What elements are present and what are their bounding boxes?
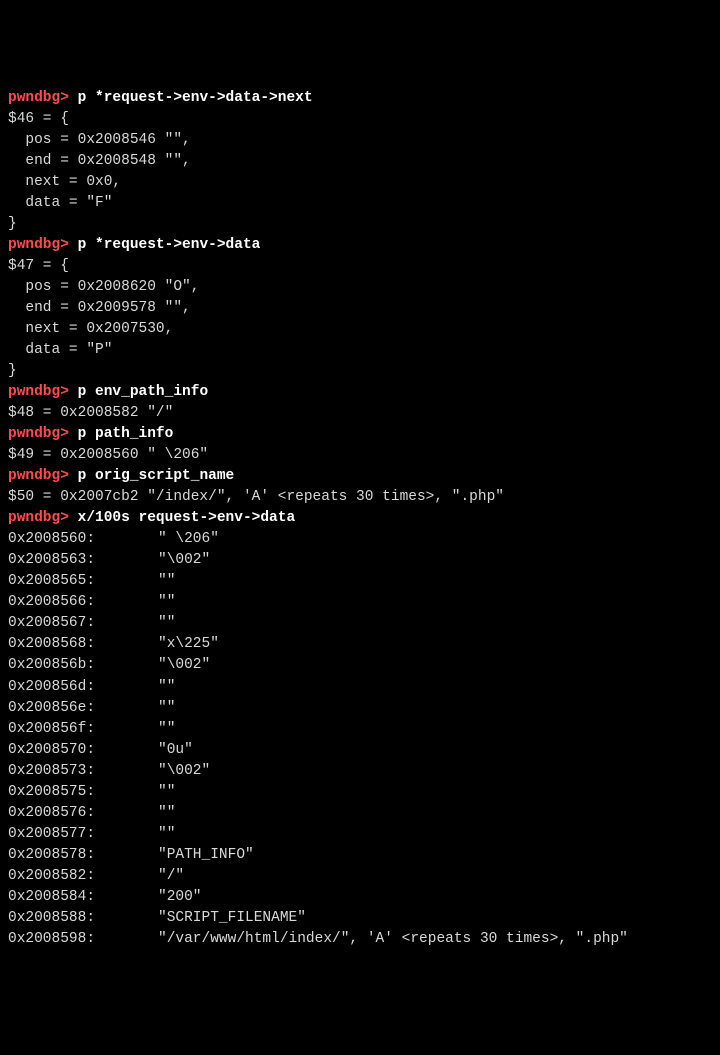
output-line: end = 0x2009578 "", [8, 300, 191, 316]
output-line: end = 0x2008548 "", [8, 153, 191, 169]
memdump-address: 0x2008575: [8, 782, 158, 803]
memdump-line: 0x2008568:"x\225" [8, 636, 219, 652]
memdump-value: "" [158, 573, 175, 589]
memdump-line: 0x2008563:"\002" [8, 552, 210, 568]
memdump-address: 0x2008582: [8, 866, 158, 887]
memdump-value: "\002" [158, 552, 210, 568]
memdump-value: "PATH_INFO" [158, 847, 254, 863]
memdump-line: 0x2008567:"" [8, 615, 175, 631]
memdump-address: 0x2008573: [8, 761, 158, 782]
memdump-value: "\002" [158, 657, 210, 673]
memdump-line: 0x2008576:"" [8, 805, 175, 821]
memdump-line: 0x2008565:"" [8, 573, 175, 589]
output-line: data = "P" [8, 342, 112, 358]
memdump-address: 0x2008598: [8, 929, 158, 950]
memdump-line: 0x2008560:" \206" [8, 531, 219, 547]
memdump-line: 0x2008578:"PATH_INFO" [8, 847, 254, 863]
output-line: data = "F" [8, 195, 112, 211]
memdump-address: 0x2008568: [8, 634, 158, 655]
memdump-address: 0x2008588: [8, 908, 158, 929]
debugger-prompt: pwndbg> [8, 90, 69, 106]
memdump-address: 0x2008576: [8, 803, 158, 824]
memdump-value: " \206" [158, 531, 219, 547]
terminal-output: pwndbg> p *request->env->data->next$46 =… [8, 88, 712, 950]
memdump-address: 0x2008570: [8, 740, 158, 761]
output-line: $46 = { [8, 111, 69, 127]
memdump-value: "200" [158, 889, 202, 905]
memdump-line: 0x2008575:"" [8, 784, 175, 800]
memdump-line: 0x2008598:"/var/www/html/index/", 'A' <r… [8, 931, 628, 947]
output-line: pos = 0x2008620 "O", [8, 279, 199, 295]
memdump-value: "/var/www/html/index/", 'A' <repeats 30 … [158, 931, 628, 947]
output-line: $50 = 0x2007cb2 "/index/", 'A' <repeats … [8, 489, 504, 505]
memdump-address: 0x2008578: [8, 845, 158, 866]
memdump-value: "" [158, 721, 175, 737]
debugger-prompt: pwndbg> [8, 426, 69, 442]
debugger-prompt: pwndbg> [8, 384, 69, 400]
memdump-address: 0x2008584: [8, 887, 158, 908]
debugger-command[interactable]: p *request->env->data [69, 237, 260, 253]
memdump-value: "" [158, 805, 175, 821]
memdump-address: 0x200856d: [8, 677, 158, 698]
memdump-line: 0x200856b:"\002" [8, 657, 210, 673]
output-line: next = 0x2007530, [8, 321, 173, 337]
memdump-line: 0x2008584:"200" [8, 889, 202, 905]
memdump-value: "" [158, 615, 175, 631]
memdump-address: 0x200856e: [8, 698, 158, 719]
memdump-value: "" [158, 700, 175, 716]
memdump-line: 0x2008582:"/" [8, 868, 184, 884]
memdump-value: "" [158, 826, 175, 842]
memdump-value: "" [158, 784, 175, 800]
memdump-value: "SCRIPT_FILENAME" [158, 910, 306, 926]
debugger-command[interactable]: x/100s request->env->data [69, 510, 295, 526]
memdump-value: "x\225" [158, 636, 219, 652]
memdump-value: "0u" [158, 742, 193, 758]
debugger-command[interactable]: p *request->env->data->next [69, 90, 313, 106]
memdump-value: "/" [158, 868, 184, 884]
memdump-address: 0x200856f: [8, 719, 158, 740]
memdump-line: 0x200856d:"" [8, 679, 175, 695]
memdump-address: 0x200856b: [8, 655, 158, 676]
memdump-address: 0x2008563: [8, 550, 158, 571]
memdump-value: "" [158, 679, 175, 695]
memdump-address: 0x2008560: [8, 529, 158, 550]
debugger-prompt: pwndbg> [8, 237, 69, 253]
output-line: next = 0x0, [8, 174, 121, 190]
memdump-line: 0x2008577:"" [8, 826, 175, 842]
output-line: pos = 0x2008546 "", [8, 132, 191, 148]
debugger-command[interactable]: p path_info [69, 426, 173, 442]
memdump-line: 0x2008566:"" [8, 594, 175, 610]
memdump-value: "\002" [158, 763, 210, 779]
debugger-command[interactable]: p env_path_info [69, 384, 208, 400]
debugger-command[interactable]: p orig_script_name [69, 468, 234, 484]
memdump-address: 0x2008577: [8, 824, 158, 845]
debugger-prompt: pwndbg> [8, 510, 69, 526]
memdump-line: 0x2008573:"\002" [8, 763, 210, 779]
memdump-value: "" [158, 594, 175, 610]
output-line: $47 = { [8, 258, 69, 274]
memdump-address: 0x2008566: [8, 592, 158, 613]
output-line: } [8, 363, 17, 379]
debugger-prompt: pwndbg> [8, 468, 69, 484]
output-line: $49 = 0x2008560 " \206" [8, 447, 208, 463]
memdump-address: 0x2008565: [8, 571, 158, 592]
memdump-line: 0x200856f:"" [8, 721, 175, 737]
memdump-line: 0x200856e:"" [8, 700, 175, 716]
memdump-address: 0x2008567: [8, 613, 158, 634]
memdump-line: 0x2008570:"0u" [8, 742, 193, 758]
memdump-line: 0x2008588:"SCRIPT_FILENAME" [8, 910, 306, 926]
output-line: $48 = 0x2008582 "/" [8, 405, 173, 421]
output-line: } [8, 216, 17, 232]
